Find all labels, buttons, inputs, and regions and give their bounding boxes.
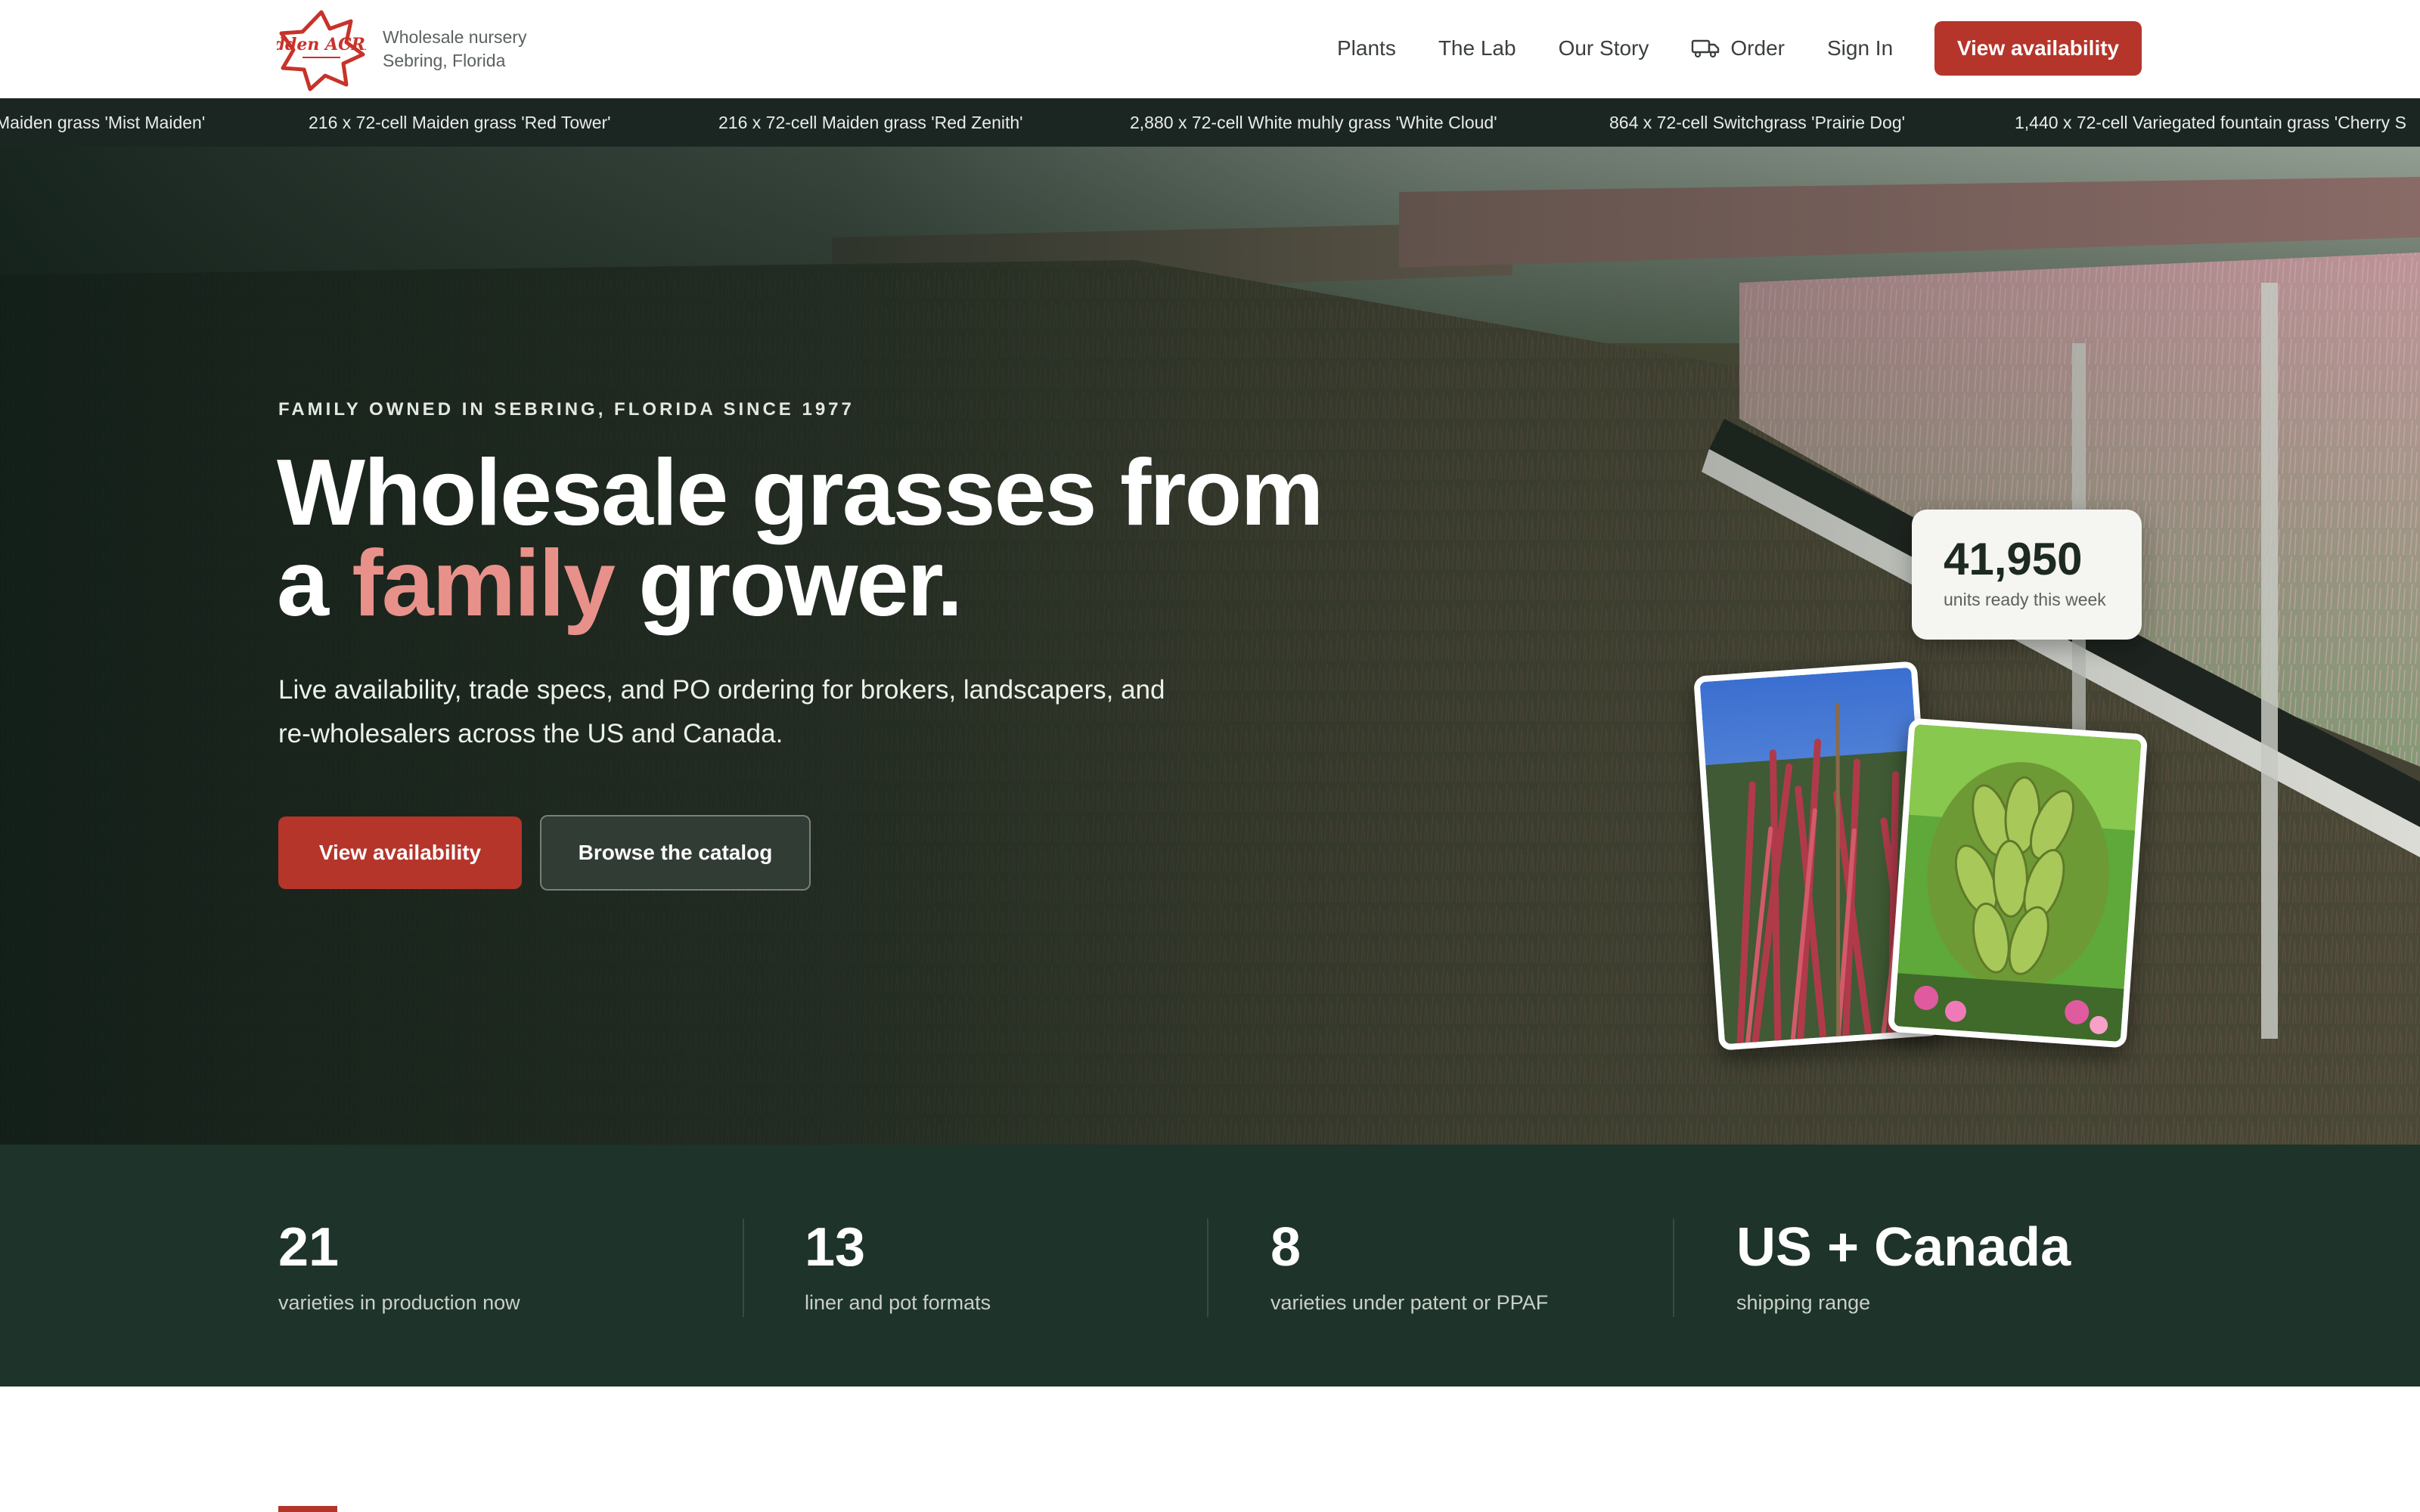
brand-tagline-line1: Wholesale nursery (383, 27, 527, 47)
section-accent-bar (278, 1506, 337, 1512)
hero-eyebrow: FAMILY OWNED IN SEBRING, FLORIDA SINCE 1… (278, 399, 855, 420)
stat-value: US + Canada (1736, 1217, 2071, 1278)
stat-shipping: US + Canada shipping range (1736, 1217, 2071, 1315)
stat-label: varieties under patent or PPAF (1270, 1291, 1549, 1314)
stat-divider (1673, 1219, 1674, 1317)
stat-label: varieties in production now (278, 1291, 520, 1314)
nav-order[interactable]: Order (1691, 36, 1785, 60)
stat-label: shipping range (1736, 1291, 1871, 1314)
ticker-item[interactable]: 216 x 72-cell Maiden grass 'Red Zenith' (718, 98, 1023, 147)
brand-tagline-line2: Sebring, Florida (383, 51, 506, 70)
units-ready-count: 41,950 (1944, 534, 2083, 584)
truck-icon (1692, 39, 1720, 58)
view-availability-button[interactable]: View availability (278, 816, 522, 889)
nav-plants[interactable]: Plants (1337, 36, 1396, 60)
ticker-item[interactable]: Maiden grass 'Mist Maiden' (0, 98, 205, 147)
hero-section: FAMILY OWNED IN SEBRING, FLORIDA SINCE 1… (0, 147, 2420, 1145)
stat-divider (743, 1219, 744, 1317)
stat-value: 8 (1270, 1217, 1302, 1278)
brand-logo[interactable]: Hidden ACRES (277, 8, 366, 92)
banana-bunch-photo (1887, 717, 2149, 1049)
ticker-item[interactable]: 1,440 x 72-cell Variegated fountain gras… (2015, 98, 2406, 147)
headline-line1: Wholesale grasses from (277, 441, 1324, 545)
header-view-availability-button[interactable]: View availability (1934, 21, 2142, 76)
headline-accent: family (352, 531, 615, 636)
ticker-item[interactable]: 864 x 72-cell Switchgrass 'Prairie Dog' (1609, 98, 1905, 147)
stat-divider (1207, 1219, 1208, 1317)
stat-formats: 13 liner and pot formats (805, 1217, 991, 1315)
stats-band: 21 varieties in production now 13 liner … (0, 1145, 2420, 1387)
hero-headline: Wholesale grasses from a family grower. (277, 446, 1324, 631)
units-ready-label: units ready this week (1944, 590, 2106, 609)
hero-subline: Live availability, trade specs, and PO o… (278, 675, 1165, 748)
stat-varieties: 21 varieties in production now (278, 1217, 520, 1315)
nav-our-story[interactable]: Our Story (1559, 36, 1649, 60)
browse-catalog-button[interactable]: Browse the catalog (540, 815, 811, 891)
stat-value: 13 (805, 1217, 866, 1278)
availability-ticker: Maiden grass 'Mist Maiden' 216 x 72-cell… (0, 98, 2420, 147)
headline-end: grower. (638, 531, 963, 636)
main-nav: Plants The Lab Our Story Order Sign In (1337, 32, 1935, 65)
headline-a: a (277, 531, 329, 636)
brand-tagline: Wholesale nursery Sebring, Florida (383, 26, 526, 73)
nav-the-lab[interactable]: The Lab (1438, 36, 1516, 60)
stat-value: 21 (278, 1217, 340, 1278)
nav-order-label: Order (1730, 36, 1785, 60)
site-header: Hidden ACRES Wholesale nursery Sebring, … (0, 0, 2420, 98)
ticker-item[interactable]: 2,880 x 72-cell White muhly grass 'White… (1130, 98, 1497, 147)
svg-text:Hidden ACRES: Hidden ACRES (277, 35, 366, 54)
ticker-item[interactable]: 216 x 72-cell Maiden grass 'Red Tower' (309, 98, 611, 147)
stat-label: liner and pot formats (805, 1291, 991, 1314)
stat-patents: 8 varieties under patent or PPAF (1270, 1217, 1548, 1315)
nav-sign-in[interactable]: Sign In (1827, 36, 1893, 60)
units-ready-card: 41,950 units ready this week (1912, 510, 2142, 640)
